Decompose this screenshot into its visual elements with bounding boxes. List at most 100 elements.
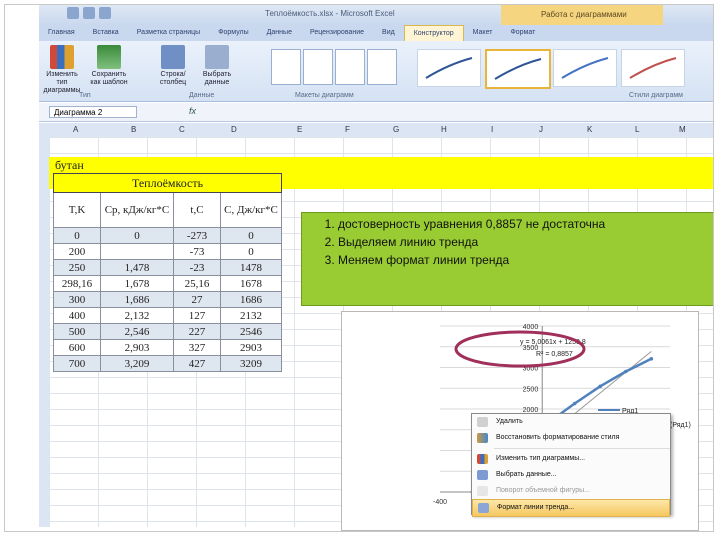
menu-item-change-chart-type[interactable]: Изменить тип диаграммы... [472,451,670,467]
tab-data[interactable]: Данные [258,25,301,41]
table-cell[interactable]: 200 [53,243,101,260]
col-header-g[interactable]: G [393,125,399,134]
table-cell[interactable]: 27 [173,291,221,308]
table-cell[interactable]: 1,686 [100,291,174,308]
table-cell[interactable]: 25,16 [173,275,221,292]
tab-format[interactable]: Формат [501,25,544,41]
menu-item-select-data[interactable]: Выбрать данные... [472,467,670,483]
chart-style-4[interactable] [621,49,685,87]
undo-icon[interactable] [83,7,95,19]
title-bar: Теплоёмкость.xlsx - Microsoft Excel Рабо… [39,5,713,25]
data-point [598,384,603,389]
chart-style-2-selected[interactable] [485,49,551,89]
col-header-m[interactable]: M [679,125,686,134]
table-cell[interactable]: 427 [173,355,221,372]
table-cell[interactable]: 3,209 [100,355,174,372]
delete-icon [477,417,488,427]
menu-item-reset-style[interactable]: Восстановить форматирование стиля [472,430,670,446]
header-t-k[interactable]: T,K [53,192,101,228]
menu-item-label: Поворот объемной фигуры... [496,487,591,494]
col-header-c[interactable]: C [179,125,185,134]
header-c[interactable]: C, Дж/кг*С [220,192,282,228]
switch-row-column-button[interactable]: Строка/столбец [151,45,195,87]
table-cell[interactable]: 1,678 [100,275,174,292]
table-cell[interactable]: 0 [100,227,174,244]
table-cell[interactable]: -73 [173,243,221,260]
table-cell[interactable]: 1678 [220,275,282,292]
table-cell[interactable]: 300 [53,291,101,308]
table-cell[interactable]: 250 [53,259,101,276]
tab-layout[interactable]: Макет [464,25,502,41]
table-cell[interactable]: 2,903 [100,339,174,356]
instruction-note: достоверность уравнения 0,8857 не достат… [301,212,713,306]
table-cell[interactable]: 2,546 [100,323,174,340]
col-header-e[interactable]: E [297,125,302,134]
change-chart-type-button[interactable]: Изменить тип диаграммы [41,45,83,95]
table-cell[interactable]: 3209 [220,355,282,372]
table-cell[interactable]: -273 [173,227,221,244]
table-cell[interactable]: 1686 [220,291,282,308]
table-cell[interactable]: 0 [53,227,101,244]
table-title[interactable]: Теплоёмкость [53,173,282,193]
header-cp[interactable]: Cp, кДж/кг*С [100,192,174,228]
table-cell[interactable]: 298,16 [53,275,101,292]
table-cell[interactable]: 1,478 [100,259,174,276]
fx-icon[interactable]: fx [189,106,196,116]
ribbon-tabs: Главная Вставка Разметка страницы Формул… [39,25,713,42]
col-header-f[interactable]: F [345,125,350,134]
col-header-j[interactable]: J [539,125,543,134]
chart-layout-2[interactable] [303,49,333,85]
change-chart-type-label: Изменить тип диаграммы [43,71,81,94]
tab-formulas[interactable]: Формулы [209,25,257,41]
table-cell[interactable]: 2903 [220,339,282,356]
table-cell[interactable]: 1478 [220,259,282,276]
table-cell[interactable]: -23 [173,259,221,276]
menu-item-delete[interactable]: Удалить [472,414,670,430]
redo-icon[interactable] [99,7,111,19]
menu-item-label: Выбрать данные... [496,471,557,478]
col-header-l[interactable]: L [635,125,639,134]
style-line-3 [561,57,609,79]
table-cell[interactable]: 700 [53,355,101,372]
col-header-k[interactable]: K [587,125,592,134]
select-data-button[interactable]: Выбрать данные [199,45,235,87]
menu-item-format-trendline[interactable]: Формат линии тренда... [472,499,670,517]
table-cell[interactable]: 0 [220,243,282,260]
table-cell[interactable] [100,243,174,260]
tab-insert[interactable]: Вставка [84,25,128,41]
tab-home[interactable]: Главная [39,25,84,41]
table-cell[interactable]: 600 [53,339,101,356]
col-header-a[interactable]: A [73,125,78,134]
chart-layout-1[interactable] [271,49,301,85]
tab-design[interactable]: Конструктор [403,25,464,42]
col-header-i[interactable]: I [491,125,493,134]
table-cell[interactable]: 500 [53,323,101,340]
col-header-d[interactable]: D [231,125,237,134]
name-box[interactable]: Диаграмма 2 [49,106,137,118]
chart-style-3[interactable] [553,49,617,87]
table-cell[interactable]: 327 [173,339,221,356]
chart-layout-3[interactable] [335,49,365,85]
header-t-c[interactable]: t,C [173,192,221,228]
format-trendline-icon [478,503,489,513]
chart-layout-4[interactable] [367,49,397,85]
col-header-b[interactable]: B [131,125,136,134]
table-cell[interactable]: 227 [173,323,221,340]
table-cell[interactable]: 127 [173,307,221,324]
tab-review[interactable]: Рецензирование [301,25,373,41]
group-layouts-label: Макеты диаграмм [295,92,354,99]
save-icon[interactable] [67,7,79,19]
table-cell[interactable]: 400 [53,307,101,324]
chart-style-1[interactable] [417,49,481,87]
table-cell[interactable]: 2,132 [100,307,174,324]
table-cell[interactable]: 2546 [220,323,282,340]
save-template-button[interactable]: Сохранить как шаблон [87,45,131,87]
tab-page-layout[interactable]: Разметка страницы [128,25,210,41]
menu-item-label: Формат линии тренда... [497,504,575,511]
table-cell[interactable]: 0 [220,227,282,244]
col-header-h[interactable]: H [441,125,447,134]
table-cell[interactable]: 2132 [220,307,282,324]
menu-item-label: Изменить тип диаграммы... [496,455,586,462]
tab-view[interactable]: Вид [373,25,404,41]
butan-label[interactable]: бутан [55,158,84,173]
